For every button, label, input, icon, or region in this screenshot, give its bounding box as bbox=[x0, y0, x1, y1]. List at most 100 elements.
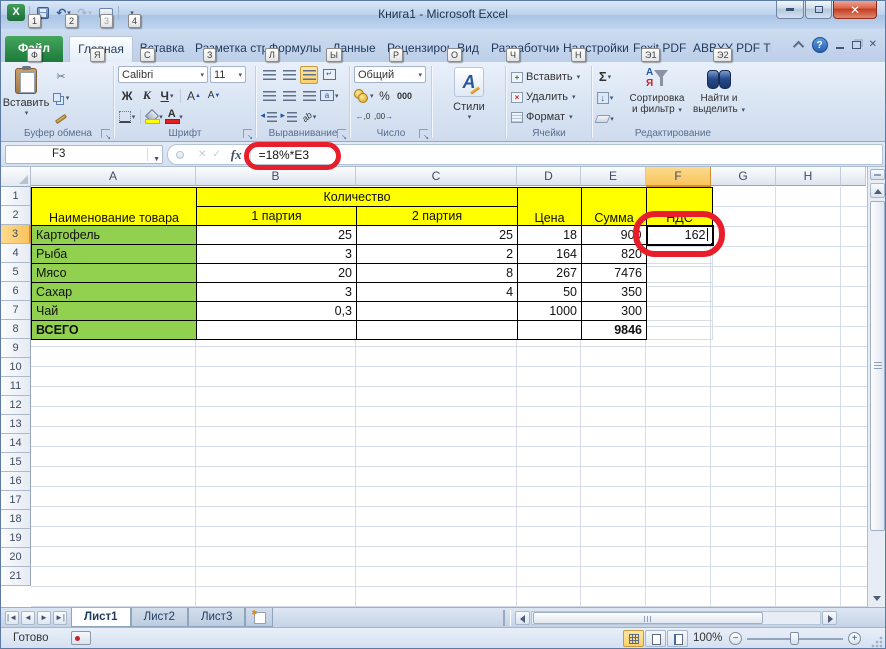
prev-sheet-icon[interactable]: ◄ bbox=[21, 611, 35, 625]
cell-B3[interactable]: 25 bbox=[197, 226, 357, 245]
cell-F3-selected[interactable]: 162 bbox=[647, 226, 713, 245]
cell-E3[interactable]: 900 bbox=[582, 226, 647, 245]
row-header-14[interactable]: 14 bbox=[1, 434, 31, 453]
page-break-view-button[interactable] bbox=[667, 630, 688, 647]
font-size-combo[interactable]: 11▾ bbox=[210, 66, 246, 83]
copy-button[interactable]: ▾ bbox=[52, 89, 70, 107]
cell-A5[interactable]: Мясо bbox=[32, 264, 197, 283]
workbook-close-icon[interactable]: ✕ bbox=[869, 40, 877, 50]
row-header-2[interactable]: 2 bbox=[1, 206, 31, 225]
fill-color-button[interactable]: ▾ bbox=[145, 108, 163, 126]
insert-worksheet-button[interactable] bbox=[245, 608, 273, 627]
name-box[interactable]: F3 ▼ bbox=[5, 145, 163, 164]
cell-D6[interactable]: 50 bbox=[518, 283, 582, 302]
sheet-tab-list3[interactable]: Лист3 bbox=[188, 608, 245, 627]
row-header-7[interactable]: 7 bbox=[1, 301, 31, 320]
italic-button[interactable]: К bbox=[138, 87, 156, 105]
fill-handle[interactable] bbox=[710, 242, 713, 245]
column-header-A[interactable]: A bbox=[31, 167, 196, 186]
cell-C3[interactable]: 25 bbox=[357, 226, 518, 245]
wrap-text-button[interactable]: ↵ bbox=[320, 66, 338, 84]
cell-A6[interactable]: Сахар bbox=[32, 283, 197, 302]
horizontal-scroll-track[interactable] bbox=[531, 611, 821, 625]
cell-B1[interactable]: Количество bbox=[197, 188, 518, 207]
format-cells-button[interactable]: Формат▾ bbox=[507, 107, 591, 127]
row-header-4[interactable]: 4 bbox=[1, 244, 31, 263]
row-header-11[interactable]: 11 bbox=[1, 377, 31, 396]
fill-button[interactable]: ↓▾ bbox=[596, 89, 614, 107]
cell-C8[interactable] bbox=[357, 321, 518, 340]
borders-button[interactable]: ▾ bbox=[118, 108, 136, 126]
column-header-B[interactable]: B bbox=[196, 167, 356, 186]
cell-A8[interactable]: ВСЕГО bbox=[32, 321, 197, 340]
zoom-out-icon[interactable]: − bbox=[729, 632, 742, 645]
row-header-19[interactable]: 19 bbox=[1, 529, 31, 548]
cell-E5[interactable]: 7476 bbox=[582, 264, 647, 283]
sheet-tab-list1[interactable]: Лист1 bbox=[71, 608, 131, 627]
resize-grip[interactable] bbox=[870, 635, 883, 648]
sheet-tab-list2[interactable]: Лист2 bbox=[131, 608, 188, 627]
scroll-right-icon[interactable] bbox=[822, 611, 837, 625]
cell-E1[interactable]: Сумма bbox=[582, 188, 647, 226]
align-top-button[interactable] bbox=[260, 66, 278, 84]
enter-icon[interactable]: ✓ bbox=[212, 149, 220, 160]
cell-B2[interactable]: 1 партия bbox=[197, 207, 357, 226]
cell-F4[interactable] bbox=[647, 245, 713, 264]
dialog-launcher-icon[interactable] bbox=[243, 129, 252, 138]
zoom-thumb[interactable] bbox=[790, 632, 799, 645]
tab-split-handle[interactable] bbox=[503, 610, 511, 626]
cell-A3[interactable]: Картофель bbox=[32, 226, 197, 245]
dialog-launcher-icon[interactable] bbox=[101, 129, 110, 138]
cell-B4[interactable]: 3 bbox=[197, 245, 357, 264]
cell-D8[interactable] bbox=[518, 321, 582, 340]
minimize-button[interactable] bbox=[776, 1, 804, 19]
cell-A1[interactable]: Наименование товара bbox=[32, 188, 197, 226]
row-header-3[interactable]: 3 bbox=[1, 225, 31, 244]
cell-A7[interactable]: Чай bbox=[32, 302, 197, 321]
orientation-button[interactable]: ab▾ bbox=[300, 108, 318, 126]
tab-addins[interactable]: Надстройки bbox=[559, 36, 629, 62]
cell-D7[interactable]: 1000 bbox=[518, 302, 582, 321]
zoom-slider[interactable]: − + bbox=[729, 631, 861, 647]
column-header-E[interactable]: E bbox=[581, 167, 646, 186]
cell-D3[interactable]: 18 bbox=[518, 226, 582, 245]
tab-developer[interactable]: Разработчик bbox=[487, 36, 559, 62]
column-header-G[interactable]: G bbox=[711, 167, 776, 186]
cell-B8[interactable] bbox=[197, 321, 357, 340]
row-header-18[interactable]: 18 bbox=[1, 510, 31, 529]
cell-E4[interactable]: 820 bbox=[582, 245, 647, 264]
row-header-8[interactable]: 8 bbox=[1, 320, 31, 339]
row-header-1[interactable]: 1 bbox=[1, 187, 31, 206]
horizontal-scrollbar[interactable] bbox=[515, 610, 837, 626]
decrease-font-button[interactable]: А▼ bbox=[205, 87, 223, 105]
increase-indent-button[interactable] bbox=[280, 108, 298, 126]
row-header-17[interactable]: 17 bbox=[1, 491, 31, 510]
row-header-21[interactable]: 21 bbox=[1, 567, 31, 586]
autosum-button[interactable]: Σ▾ bbox=[596, 68, 614, 86]
column-header-C[interactable]: C bbox=[356, 167, 517, 186]
cell-C4[interactable]: 2 bbox=[357, 245, 518, 264]
clear-button[interactable]: ▾ bbox=[596, 110, 614, 128]
cell-D5[interactable]: 267 bbox=[518, 264, 582, 283]
underline-button[interactable]: Ч▾ bbox=[158, 87, 176, 105]
bold-button[interactable]: Ж bbox=[118, 87, 136, 105]
macro-record-button[interactable] bbox=[71, 631, 91, 645]
column-header-F[interactable]: F bbox=[646, 167, 711, 187]
increase-font-button[interactable]: А▲ bbox=[185, 87, 203, 105]
increase-decimal-button[interactable]: ←,0 bbox=[354, 108, 372, 126]
cell-C5[interactable]: 8 bbox=[357, 264, 518, 283]
vertical-scrollbar[interactable] bbox=[867, 167, 886, 607]
align-left-button[interactable] bbox=[260, 87, 278, 105]
workbook-minimize-icon[interactable] bbox=[836, 47, 844, 49]
cell-F5[interactable] bbox=[647, 264, 713, 283]
zoom-level[interactable]: 100% bbox=[693, 632, 722, 644]
zoom-in-icon[interactable]: + bbox=[848, 632, 861, 645]
row-header-20[interactable]: 20 bbox=[1, 548, 31, 567]
last-sheet-icon[interactable]: ►| bbox=[53, 611, 67, 625]
decrease-decimal-button[interactable]: ,00→ bbox=[374, 108, 393, 126]
cell-D1[interactable]: Цена bbox=[518, 188, 582, 226]
cell-F7[interactable] bbox=[647, 302, 713, 321]
row-header-16[interactable]: 16 bbox=[1, 472, 31, 491]
column-header-partial[interactable] bbox=[841, 167, 866, 186]
row-header-13[interactable]: 13 bbox=[1, 415, 31, 434]
